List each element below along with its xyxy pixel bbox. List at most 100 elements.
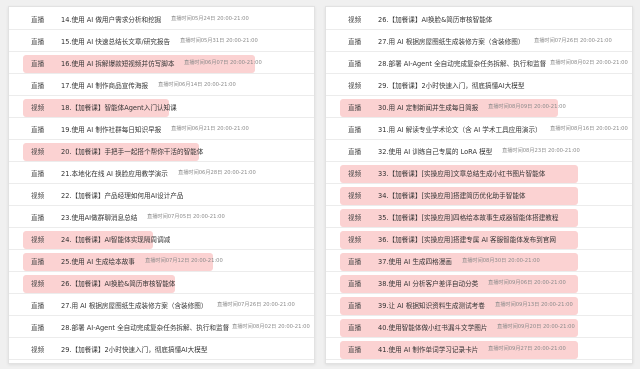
course-row[interactable]: 直播 30.用 AI 定制新闻并生成每日简报 直播时间08月09日 20:00-21… — [326, 98, 632, 118]
course-type-label: 直播 — [31, 170, 45, 178]
course-title[interactable]: 26.【加餐课】AI换脸&简历审核智能体 — [378, 14, 492, 24]
course-type-label: 直播 — [348, 60, 362, 68]
course-type-label: 视频 — [348, 16, 362, 24]
course-title[interactable]: 15.使用 AI 快速总结长文章/研究报告 — [61, 36, 170, 46]
course-time: 直播时间09月06日 20:00-21:00 — [488, 280, 566, 286]
course-title[interactable]: 18.【加餐课】智能体Agent入门认知课 — [61, 102, 177, 112]
course-type-label: 直播 — [348, 148, 362, 156]
course-row[interactable]: 视频 29.【加餐课】2小时快速入门，彻底搞懂AI大模型 — [9, 340, 314, 360]
course-title[interactable]: 34.【加餐课】[实操应用]搭建简历优化助手智能体 — [378, 190, 526, 200]
course-type-label: 直播 — [348, 324, 362, 332]
course-time: 直播时间07月26日 20:00-21:00 — [534, 38, 612, 44]
course-time: 直播时间08月30日 20:00-21:00 — [462, 258, 540, 264]
course-row[interactable]: 直播 17.使用 AI 制作商品宣传海报 直播时间06月14日 20:00-21:0… — [9, 76, 314, 96]
course-time: 直播时间07月12日 20:00-21:00 — [145, 258, 223, 264]
course-title[interactable]: 26.【加餐课】AI换脸&简历审核智能体 — [61, 278, 175, 288]
course-row[interactable]: 直播 23.使用AI做群聊消息总结 直播时间07月05日 20:00-21:00 — [9, 208, 314, 228]
course-row[interactable]: 直播 31.用 AI 解读专业学术论文（含 AI 学术工具应用演示） 直播时间08月… — [326, 120, 632, 140]
course-time: 直播时间06月14日 20:00-21:00 — [158, 82, 236, 88]
course-row[interactable]: 视频 20.【加餐课】手把手一起搭个帮你干活的智能体 — [9, 142, 314, 162]
course-title[interactable]: 27.用 AI 根据房屋图纸生成装修方案（含装修图） — [61, 300, 207, 310]
course-type-label: 视频 — [348, 192, 362, 200]
course-time: 直播时间09月20日 20:00-21:00 — [497, 324, 575, 330]
course-title[interactable]: 32.使用 AI 训练自己专属的 LoRA 模型 — [378, 146, 492, 156]
course-title[interactable]: 20.【加餐课】手把手一起搭个帮你干活的智能体 — [61, 146, 203, 156]
course-row[interactable]: 直播 37.使用 AI 生成四格漫画 直播时间08月30日 20:00-21:00 — [326, 252, 632, 272]
course-row[interactable]: 视频 34.【加餐课】[实操应用]搭建简历优化助手智能体 — [326, 186, 632, 206]
course-title[interactable]: 38.使用 AI 分析客户差评自动分类 — [378, 278, 478, 288]
course-title[interactable]: 27.用 AI 根据房屋图纸生成装修方案（含装修图） — [378, 36, 524, 46]
course-type-label: 视频 — [31, 148, 45, 156]
course-row[interactable]: 直播 27.用 AI 根据房屋图纸生成装修方案（含装修图） 直播时间07月26日 2… — [9, 296, 314, 316]
course-type-label: 直播 — [31, 302, 45, 310]
course-title[interactable]: 22.【加餐课】产品经理如何用AI设计产品 — [61, 190, 183, 200]
course-row[interactable]: 直播 28.部署 AI-Agent 全自动完成复杂任务拆解、执行和监督 直播时间08… — [9, 318, 314, 338]
course-type-label: 直播 — [31, 258, 45, 266]
course-type-label: 直播 — [348, 302, 362, 310]
course-type-label: 视频 — [31, 280, 45, 288]
course-title[interactable]: 23.使用AI做群聊消息总结 — [61, 212, 137, 222]
course-row[interactable]: 直播 27.用 AI 根据房屋图纸生成装修方案（含装修图） 直播时间07月26日 2… — [326, 32, 632, 52]
course-title[interactable]: 14.使用 AI 做用户需求分析和挖掘 — [61, 14, 161, 24]
course-title[interactable]: 29.【加餐课】2小时快速入门，彻底搞懂AI大模型 — [378, 80, 524, 90]
course-type-label: 直播 — [31, 60, 45, 68]
course-title[interactable]: 31.用 AI 解读专业学术论文（含 AI 学术工具应用演示） — [378, 124, 542, 134]
course-type-label: 直播 — [348, 280, 362, 288]
course-time: 直播时间08月09日 20:00-21:00 — [488, 104, 566, 110]
course-title[interactable]: 30.用 AI 定制新闻并生成每日简报 — [378, 102, 478, 112]
course-type-label: 视频 — [348, 214, 362, 222]
course-row[interactable]: 视频 22.【加餐课】产品经理如何用AI设计产品 — [9, 186, 314, 206]
course-time: 直播时间07月26日 20:00-21:00 — [217, 302, 295, 308]
course-time: 直播时间07月05日 20:00-21:00 — [147, 214, 225, 220]
course-title[interactable]: 25.使用 AI 生成绘本故事 — [61, 256, 135, 266]
course-title[interactable]: 16.使用 AI 拆解爆款短视频并仿写脚本 — [61, 58, 174, 68]
course-row[interactable]: 直播 19.使用 AI 制作社群每日知识早报 直播时间06月21日 20:00-21… — [9, 120, 314, 140]
course-title[interactable]: 35.【加餐课】[实操应用]四格绘本故事生成器智能体搭建教程 — [378, 212, 558, 222]
course-row[interactable]: 直播 21.本地化在线 AI 换脸应用教学演示 直播时间06月28日 20:00-2… — [9, 164, 314, 184]
course-type-label: 视频 — [31, 104, 45, 112]
course-title[interactable]: 17.使用 AI 制作商品宣传海报 — [61, 80, 148, 90]
course-row[interactable]: 视频 29.【加餐课】2小时快速入门，彻底搞懂AI大模型 — [326, 76, 632, 96]
course-row[interactable]: 直播 38.使用 AI 分析客户差评自动分类 直播时间09月06日 20:00-21… — [326, 274, 632, 294]
course-title[interactable]: 33.【加餐课】[实操应用]文章总结生成小红书图片智能体 — [378, 168, 545, 178]
course-title[interactable]: 19.使用 AI 制作社群每日知识早报 — [61, 124, 161, 134]
course-row[interactable]: 视频 35.【加餐课】[实操应用]四格绘本故事生成器智能体搭建教程 — [326, 208, 632, 228]
course-type-label: 视频 — [348, 82, 362, 90]
course-type-label: 视频 — [348, 170, 362, 178]
course-title[interactable]: 40.使用智能体做小红书漏斗文学图片 — [378, 322, 487, 332]
course-row[interactable]: 直播 16.使用 AI 拆解爆款短视频并仿写脚本 直播时间06月07日 20:00-… — [9, 54, 314, 74]
course-row[interactable]: 直播 39.让 AI 根据知识资料生成测试考卷 直播时间09月13日 20:00-2… — [326, 296, 632, 316]
course-type-label: 视频 — [31, 236, 45, 244]
course-time: 直播时间06月21日 20:00-21:00 — [171, 126, 249, 132]
course-title[interactable]: 36.【加餐课】[实操应用]搭建专属 AI 客服智能体发布到官网 — [378, 234, 556, 244]
course-type-label: 视频 — [31, 346, 45, 354]
course-time: 直播时间05月24日 20:00-21:00 — [171, 16, 249, 22]
course-title[interactable]: 39.让 AI 根据知识资料生成测试考卷 — [378, 300, 485, 310]
course-type-label: 直播 — [31, 214, 45, 222]
course-row[interactable]: 直播 32.使用 AI 训练自己专属的 LoRA 模型 直播时间08月23日 20:… — [326, 142, 632, 162]
course-row[interactable]: 视频 18.【加餐课】智能体Agent入门认知课 — [9, 98, 314, 118]
course-title[interactable]: 24.【加餐课】AI智能体实现隔周调减 — [61, 234, 170, 244]
course-row[interactable]: 直播 40.使用智能体做小红书漏斗文学图片 直播时间09月20日 20:00-21:… — [326, 318, 632, 338]
course-type-label: 直播 — [348, 126, 362, 134]
course-row[interactable]: 直播 41.使用 AI 制作单词学习记录卡片 直播时间09月27日 20:00-21… — [326, 340, 632, 360]
course-row[interactable]: 视频 26.【加餐课】AI换脸&简历审核智能体 — [9, 274, 314, 294]
course-row[interactable]: 直播 14.使用 AI 做用户需求分析和挖掘 直播时间05月24日 20:00-21… — [9, 10, 314, 30]
course-row[interactable]: 视频 36.【加餐课】[实操应用]搭建专属 AI 客服智能体发布到官网 — [326, 230, 632, 250]
course-row[interactable]: 视频 26.【加餐课】AI换脸&简历审核智能体 — [326, 10, 632, 30]
course-type-label: 直播 — [348, 104, 362, 112]
course-time: 直播时间09月13日 20:00-21:00 — [495, 302, 573, 308]
course-title[interactable]: 21.本地化在线 AI 换脸应用教学演示 — [61, 168, 168, 178]
course-title[interactable]: 29.【加餐课】2小时快速入门，彻底搞懂AI大模型 — [61, 344, 207, 354]
course-row[interactable]: 直播 15.使用 AI 快速总结长文章/研究报告 直播时间05月31日 20:00-… — [9, 32, 314, 52]
course-time: 直播时间06月07日 20:00-21:00 — [184, 60, 262, 66]
course-row[interactable]: 视频 24.【加餐课】AI智能体实现隔周调减 — [9, 230, 314, 250]
course-title[interactable]: 28.部署 AI-Agent 全自动完成复杂任务拆解、执行和监督 — [378, 58, 546, 68]
course-title[interactable]: 28.部署 AI-Agent 全自动完成复杂任务拆解、执行和监督 — [61, 322, 229, 332]
course-title[interactable]: 37.使用 AI 生成四格漫画 — [378, 256, 452, 266]
course-title[interactable]: 41.使用 AI 制作单词学习记录卡片 — [378, 344, 478, 354]
course-row[interactable]: 视频 33.【加餐课】[实操应用]文章总结生成小红书图片智能体 — [326, 164, 632, 184]
course-row[interactable]: 直播 28.部署 AI-Agent 全自动完成复杂任务拆解、执行和监督 直播时间08… — [326, 54, 632, 74]
course-row[interactable]: 直播 25.使用 AI 生成绘本故事 直播时间07月12日 20:00-21:00 — [9, 252, 314, 272]
course-type-label: 直播 — [348, 258, 362, 266]
